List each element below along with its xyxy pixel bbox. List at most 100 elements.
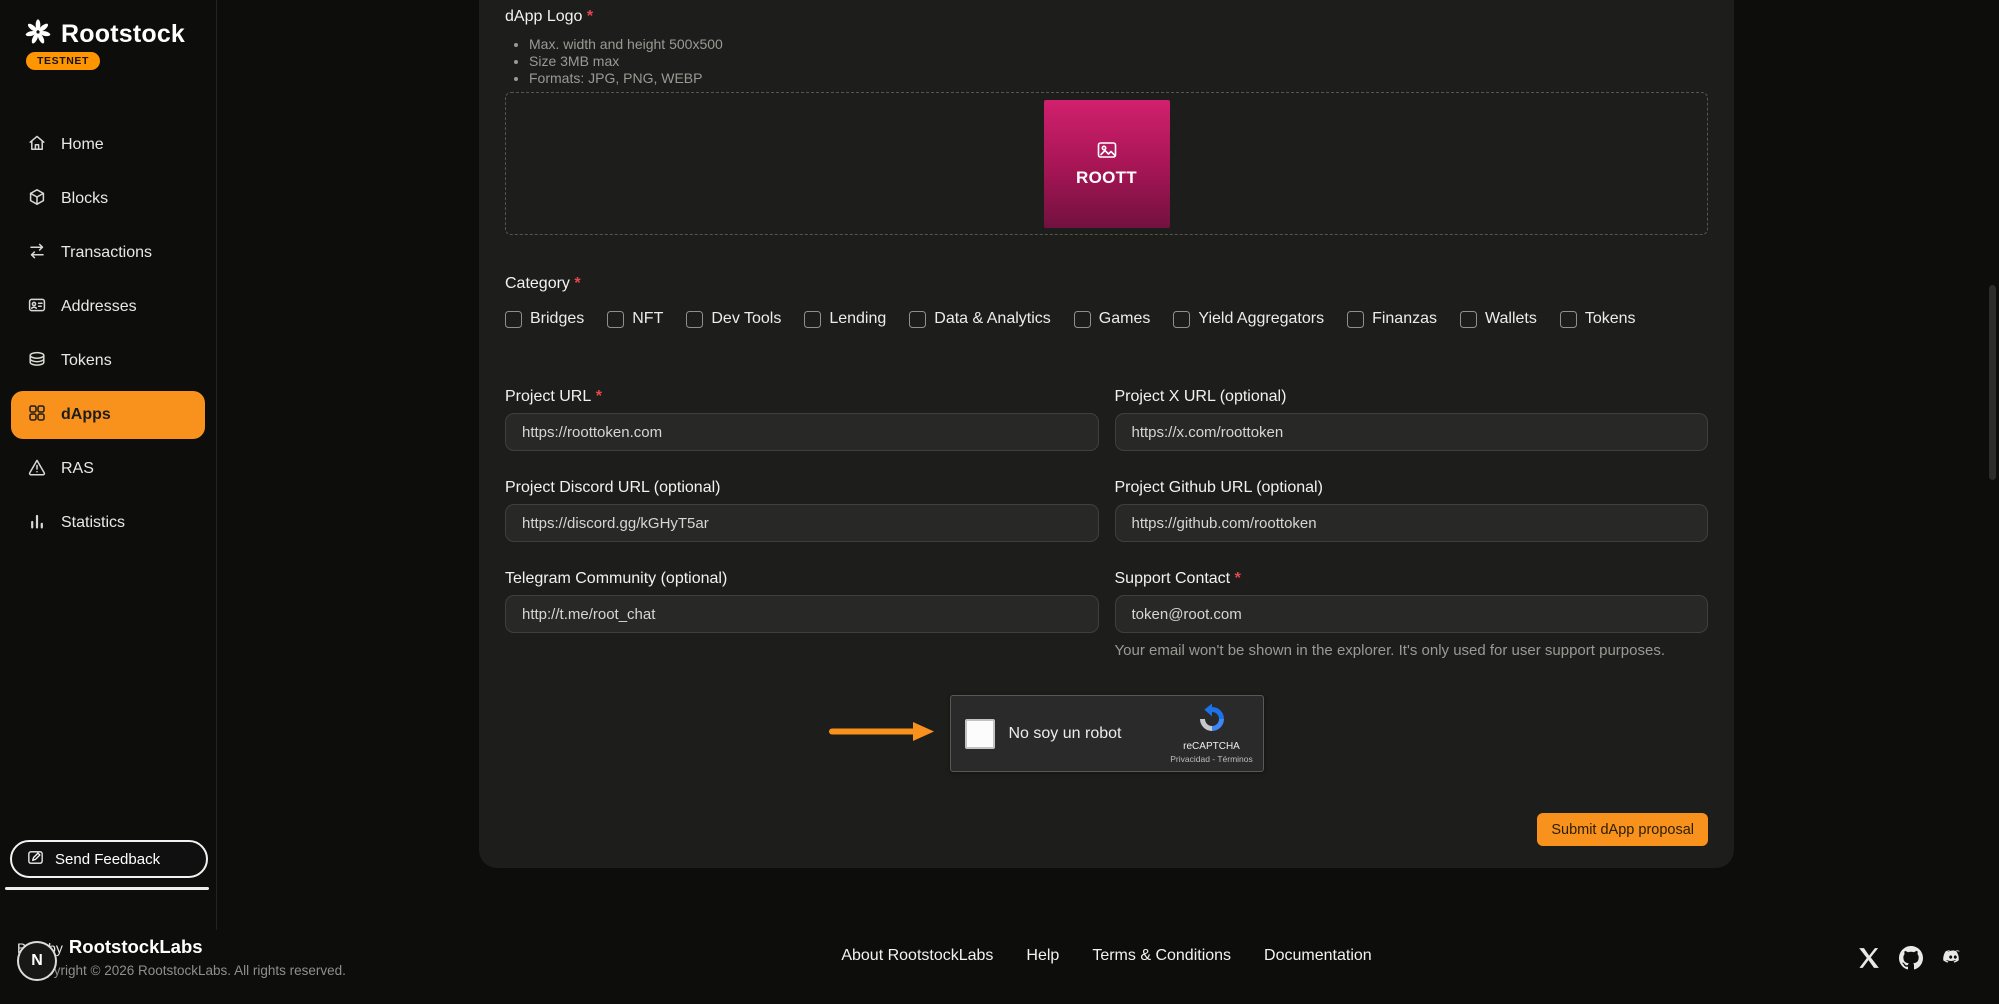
sidebar-item-tokens[interactable]: Tokens — [0, 334, 216, 388]
avatar-letter: N — [31, 952, 43, 970]
swap-arrows-icon — [27, 241, 47, 266]
logo-rules-list: Max. width and height 500x500 Size 3MB m… — [505, 36, 1708, 87]
feedback-label: Send Feedback — [55, 851, 160, 868]
sidebar-item-label: RAS — [61, 460, 94, 478]
recaptcha-privacy-terms[interactable]: Privacidad - Términos — [1170, 754, 1253, 764]
sidebar-item-home[interactable]: Home — [0, 118, 216, 172]
recaptcha-logo-icon — [1196, 703, 1228, 740]
field-telegram-community: Telegram Community (optional) — [505, 570, 1099, 659]
field-project-github-url: Project Github URL (optional) — [1115, 479, 1709, 542]
brand[interactable]: Rootstock — [24, 18, 185, 51]
sidebar-item-ras[interactable]: RAS — [0, 442, 216, 496]
scrollbar-thumb[interactable] — [1989, 285, 1996, 480]
checkbox-icon — [1460, 311, 1477, 328]
sidebar-item-addresses[interactable]: Addresses — [0, 280, 216, 334]
alert-triangle-icon — [27, 457, 47, 482]
project-discord-url-input[interactable] — [505, 504, 1099, 542]
project-x-url-input[interactable] — [1115, 413, 1709, 451]
bar-chart-icon — [27, 511, 47, 536]
url-fields-grid: Project URL Project X URL (optional) Pro… — [505, 388, 1708, 659]
category-label: Category — [505, 275, 1708, 293]
checkbox-icon — [804, 311, 821, 328]
sidebar-item-label: Tokens — [61, 352, 112, 370]
footer-link-documentation[interactable]: Documentation — [1264, 947, 1372, 965]
app-root: Rootstock TESTNET Home Blocks Transactio… — [0, 0, 1999, 1004]
project-url-input[interactable] — [505, 413, 1099, 451]
image-icon — [1096, 139, 1118, 161]
recaptcha-checkbox[interactable] — [965, 719, 995, 749]
checkbox-icon — [1173, 311, 1190, 328]
logo-rule: Formats: JPG, PNG, WEBP — [529, 70, 1708, 87]
copyright-text: Copyright © 2026 RootstockLabs. All righ… — [29, 963, 346, 978]
testnet-badge: TESTNET — [26, 52, 100, 70]
sidebar-item-transactions[interactable]: Transactions — [0, 226, 216, 280]
checkbox-icon — [909, 311, 926, 328]
github-icon[interactable] — [1899, 946, 1923, 975]
field-label: Project Github URL (optional) — [1115, 479, 1709, 497]
submit-row: Submit dApp proposal — [505, 813, 1708, 846]
category-checkbox-nft[interactable]: NFT — [607, 310, 663, 328]
checkbox-icon — [686, 311, 703, 328]
home-icon — [27, 133, 47, 158]
cube-icon — [27, 187, 47, 212]
sidebar-item-label: dApps — [61, 406, 111, 424]
dapp-logo-preview: ROOTT — [1044, 100, 1170, 228]
footer-link-terms[interactable]: Terms & Conditions — [1092, 947, 1231, 965]
recaptcha-brand: reCAPTCHA Privacidad - Términos — [1171, 703, 1253, 764]
sidebar-item-label: Home — [61, 136, 104, 154]
avatar[interactable]: N — [17, 941, 57, 981]
telegram-community-input[interactable] — [505, 595, 1099, 633]
field-label: Support Contact — [1115, 570, 1709, 588]
feedback-underline — [5, 887, 209, 890]
rootstocklabs-wordmark[interactable]: RootstockLabs — [69, 936, 203, 957]
category-checkbox-games[interactable]: Games — [1074, 310, 1151, 328]
grid-icon — [27, 403, 47, 428]
category-checkbox-yield-aggregators[interactable]: Yield Aggregators — [1173, 310, 1324, 328]
id-card-icon — [27, 295, 47, 320]
recaptcha-brand-name: reCAPTCHA — [1183, 741, 1240, 752]
field-project-url: Project URL — [505, 388, 1099, 451]
submit-dapp-proposal-button[interactable]: Submit dApp proposal — [1537, 813, 1708, 846]
sidebar-item-label: Addresses — [61, 298, 137, 316]
category-checkbox-tokens[interactable]: Tokens — [1560, 310, 1636, 328]
footer-links: About RootstockLabs Help Terms & Conditi… — [479, 947, 1734, 965]
sidebar-item-statistics[interactable]: Statistics — [0, 496, 216, 550]
category-checkbox-bridges[interactable]: Bridges — [505, 310, 584, 328]
support-contact-input[interactable] — [1115, 595, 1709, 633]
field-project-x-url: Project X URL (optional) — [1115, 388, 1709, 451]
x-twitter-icon[interactable] — [1857, 946, 1881, 975]
brand-name: Rootstock — [61, 20, 185, 49]
logo-preview-name: ROOTT — [1076, 168, 1137, 188]
field-support-contact: Support Contact Your email won't be show… — [1115, 570, 1709, 659]
checkbox-icon — [1074, 311, 1091, 328]
sidebar-item-blocks[interactable]: Blocks — [0, 172, 216, 226]
sidebar-item-dapps[interactable]: dApps — [11, 391, 205, 439]
footer-link-help[interactable]: Help — [1026, 947, 1059, 965]
discord-icon[interactable] — [1941, 946, 1965, 975]
sidebar: Rootstock TESTNET Home Blocks Transactio… — [0, 0, 217, 930]
category-checkbox-lending[interactable]: Lending — [804, 310, 886, 328]
checkbox-icon — [505, 311, 522, 328]
category-checkbox-dev-tools[interactable]: Dev Tools — [686, 310, 781, 328]
category-checkbox-finanzas[interactable]: Finanzas — [1347, 310, 1437, 328]
recaptcha-widget: No soy un robot reCAPTCHA Privacidad - T… — [950, 695, 1264, 772]
logo-rule: Size 3MB max — [529, 53, 1708, 70]
sidebar-item-label: Blocks — [61, 190, 108, 208]
footer: Built byRootstockLabs Copyright © 2026 R… — [0, 930, 1999, 1004]
category-options: Bridges NFT Dev Tools Lending Data & Ana… — [505, 310, 1708, 328]
category-checkbox-data-analytics[interactable]: Data & Analytics — [909, 310, 1051, 328]
dapp-proposal-form-card: dApp Logo Max. width and height 500x500 … — [479, 0, 1734, 868]
logo-dropzone[interactable]: ROOTT — [505, 92, 1708, 235]
logo-rule: Max. width and height 500x500 — [529, 36, 1708, 53]
rootstock-logo-icon — [24, 18, 52, 51]
sidebar-item-label: Statistics — [61, 514, 125, 532]
coin-icon — [27, 349, 47, 374]
footer-link-about[interactable]: About RootstockLabs — [841, 947, 993, 965]
project-github-url-input[interactable] — [1115, 504, 1709, 542]
field-project-discord-url: Project Discord URL (optional) — [505, 479, 1099, 542]
send-feedback-button[interactable]: Send Feedback — [10, 840, 208, 878]
footer-social — [1857, 946, 1965, 975]
feedback-pencil-icon — [26, 848, 45, 871]
category-checkbox-wallets[interactable]: Wallets — [1460, 310, 1537, 328]
support-contact-helper: Your email won't be shown in the explore… — [1115, 642, 1709, 659]
